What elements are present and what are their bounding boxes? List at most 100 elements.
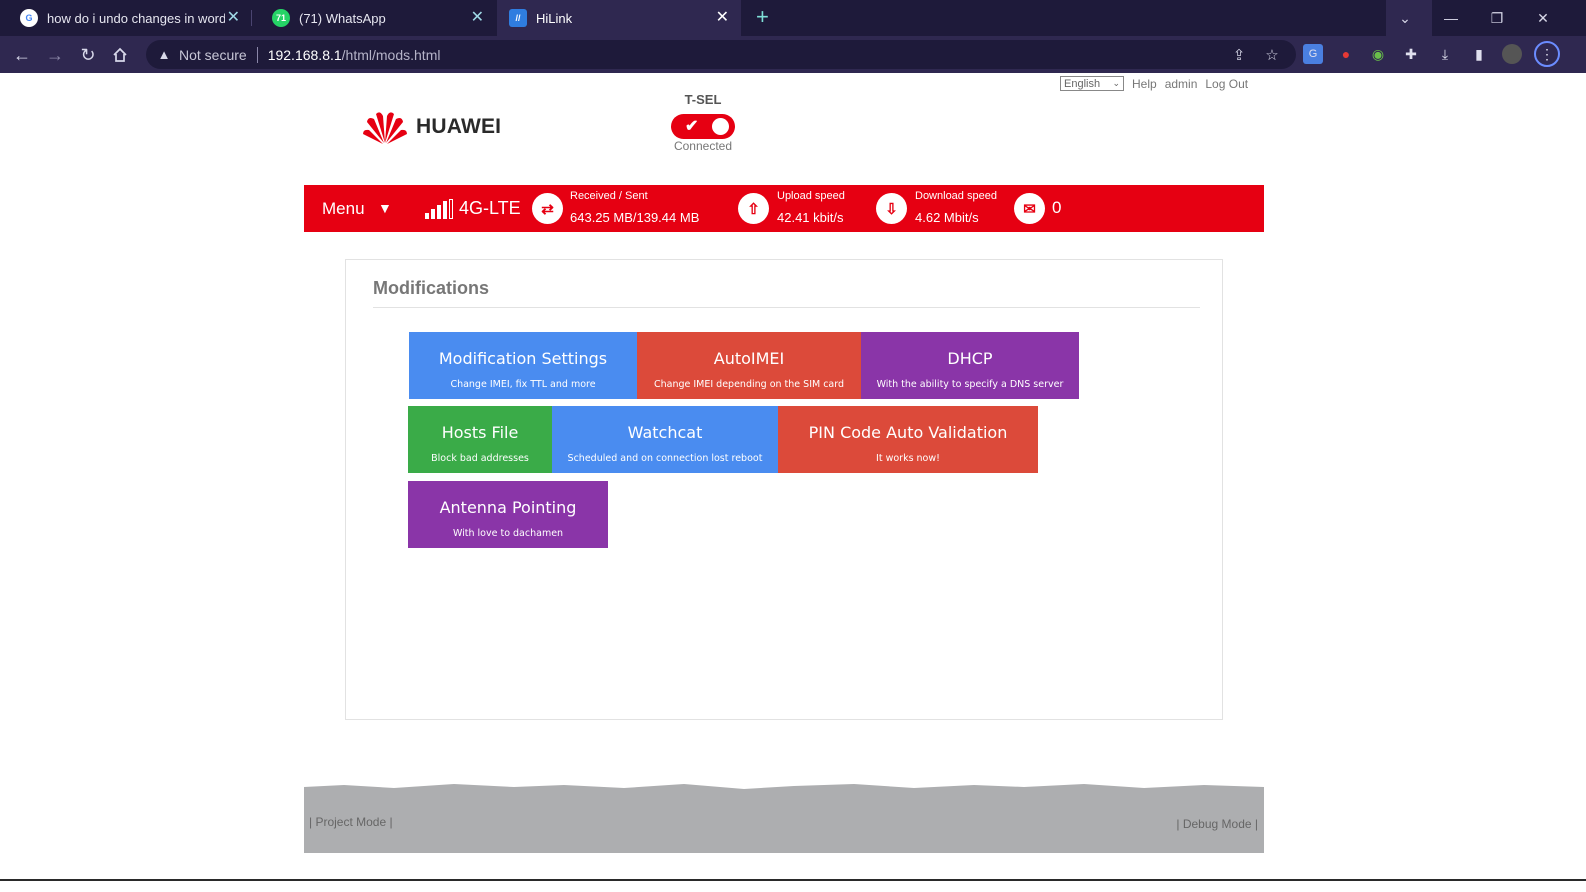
- tile-hosts-file[interactable]: Hosts File Block bad addresses: [408, 406, 552, 473]
- huawei-flower-icon: [363, 112, 407, 144]
- user-link[interactable]: admin: [1165, 77, 1198, 91]
- browser-toolbar: ← → ↻ ▲ Not secure 192.168.8.1 /html/mod…: [0, 36, 1586, 73]
- connection-toggle[interactable]: ✔: [671, 114, 735, 139]
- title-divider: [373, 307, 1200, 308]
- tab-title: HiLink: [536, 10, 573, 26]
- hilink-icon: //: [509, 9, 527, 27]
- operator-name: T-SEL: [684, 92, 722, 107]
- bookmark-star-icon[interactable]: ☆: [1263, 46, 1281, 64]
- tile-subtitle: With the ability to specify a DNS server: [876, 379, 1064, 390]
- tab-hilink[interactable]: // HiLink ✕: [497, 0, 741, 36]
- browser-tab-strip: G how do i undo changes in word a ✕ 71 (…: [0, 0, 1586, 36]
- upload-icon: ⇧: [738, 193, 769, 224]
- project-mode-link[interactable]: | Project Mode |: [309, 815, 393, 829]
- tile-antenna-pointing[interactable]: Antenna Pointing With love to dachamen: [408, 481, 608, 548]
- debug-mode-label: Debug Mode: [1182, 817, 1252, 831]
- download-icon: ⇩: [876, 193, 907, 224]
- language-value: English: [1064, 77, 1101, 90]
- received-sent-value: 643.25 MB/139.44 MB: [570, 210, 700, 225]
- tile-title: Antenna Pointing: [439, 498, 577, 517]
- tile-dhcp[interactable]: DHCP With the ability to specify a DNS s…: [861, 332, 1079, 399]
- tile-modification-settings[interactable]: Modification Settings Change IMEI, fix T…: [409, 332, 637, 399]
- profile-avatar[interactable]: [1502, 44, 1522, 64]
- tile-subtitle: Scheduled and on connection lost reboot: [567, 453, 763, 464]
- side-panel-icon[interactable]: ▮: [1469, 44, 1489, 64]
- url-separator: [256, 46, 258, 63]
- download-speed-label: Download speed: [915, 190, 997, 202]
- network-type: 4G-LTE: [459, 198, 521, 218]
- close-icon[interactable]: ✕: [227, 8, 240, 28]
- extensions-puzzle-icon[interactable]: ✚: [1401, 44, 1421, 64]
- huawei-logo: HUAWEI: [362, 110, 501, 144]
- close-icon[interactable]: ✕: [471, 8, 484, 28]
- check-icon: ✔: [685, 118, 699, 135]
- download-speed-value: 4.62 Mbit/s: [915, 210, 979, 225]
- page-title: Modifications: [373, 278, 489, 298]
- whatsapp-icon: 71: [272, 9, 290, 27]
- address-bar[interactable]: ▲ Not secure 192.168.8.1 /html/mods.html…: [146, 40, 1296, 69]
- footer-torn-background: [304, 784, 1264, 853]
- tile-subtitle: Change IMEI, fix TTL and more: [450, 379, 596, 390]
- close-window-icon[interactable]: ✕: [1520, 0, 1566, 36]
- warning-icon[interactable]: ▲: [157, 47, 171, 62]
- chevron-down-icon[interactable]: ⌄: [1382, 0, 1428, 36]
- menu-arrow-icon[interactable]: ▼: [378, 200, 392, 216]
- security-label[interactable]: Not secure: [179, 47, 247, 63]
- tile-subtitle: Block bad addresses: [431, 453, 529, 464]
- menu-button[interactable]: Menu: [322, 199, 365, 219]
- tile-title: AutoIMEI: [713, 349, 785, 368]
- upload-speed-value: 42.41 kbit/s: [777, 210, 844, 225]
- tile-title: DHCP: [947, 349, 993, 368]
- chevron-down-icon: ⌄: [1112, 78, 1120, 88]
- tile-autoimei[interactable]: AutoIMEI Change IMEI depending on the SI…: [637, 332, 861, 399]
- download-icon[interactable]: ⤓: [1435, 44, 1455, 64]
- footer: | Project Mode | | Debug Mode |: [304, 783, 1264, 853]
- window-bottom-border: [0, 879, 1586, 881]
- connection-status: Connected: [673, 139, 733, 153]
- mail-icon[interactable]: ✉: [1014, 193, 1045, 224]
- status-bar: Menu ▼ 4G-LTE ⇄ Received / Sent 643.25 M…: [304, 185, 1264, 232]
- home-icon[interactable]: [107, 42, 133, 68]
- url-path[interactable]: /html/mods.html: [342, 47, 441, 63]
- adblock-extension-icon[interactable]: ●: [1336, 44, 1356, 64]
- reload-icon[interactable]: ↻: [75, 42, 101, 68]
- tab-whatsapp[interactable]: 71 (71) WhatsApp ✕: [252, 0, 496, 36]
- tile-subtitle: Change IMEI depending on the SIM card: [653, 379, 845, 390]
- more-menu-icon[interactable]: ⋮: [1534, 41, 1560, 67]
- back-icon[interactable]: ←: [9, 42, 35, 68]
- tile-watchcat[interactable]: Watchcat Scheduled and on connection los…: [552, 406, 778, 473]
- message-count[interactable]: 0: [1052, 198, 1061, 218]
- extension-globe-icon[interactable]: ◉: [1368, 44, 1388, 64]
- tile-pin-code-auto-validation[interactable]: PIN Code Auto Validation It works now!: [778, 406, 1038, 473]
- minimize-icon[interactable]: —: [1428, 0, 1474, 36]
- share-icon[interactable]: ⇪: [1230, 46, 1248, 64]
- project-mode-label: Project Mode: [315, 815, 387, 829]
- translate-extension-icon[interactable]: G: [1303, 44, 1323, 64]
- url-host[interactable]: 192.168.8.1: [268, 47, 342, 63]
- tile-subtitle: It works now!: [876, 453, 940, 464]
- tile-title: Watchcat: [627, 423, 703, 442]
- debug-mode-link[interactable]: | Debug Mode |: [1176, 817, 1258, 831]
- tile-title: Hosts File: [441, 423, 519, 442]
- google-icon: G: [20, 9, 38, 27]
- forward-icon[interactable]: →: [42, 42, 68, 68]
- tab-title: how do i undo changes in word a: [47, 10, 225, 26]
- signal-strength-icon: [425, 199, 453, 219]
- tab-google[interactable]: G how do i undo changes in word a ✕: [0, 0, 252, 36]
- new-tab-icon[interactable]: +: [756, 6, 769, 28]
- upload-speed-label: Upload speed: [777, 190, 845, 202]
- restore-icon[interactable]: ❐: [1474, 0, 1520, 36]
- tile-title: Modification Settings: [438, 349, 608, 368]
- tile-title: PIN Code Auto Validation: [808, 423, 1008, 442]
- tile-subtitle: With love to dachamen: [452, 528, 564, 539]
- transfer-icon: ⇄: [532, 193, 563, 224]
- toggle-knob: [712, 118, 729, 135]
- help-link[interactable]: Help: [1132, 77, 1157, 91]
- received-sent-label: Received / Sent: [570, 190, 648, 202]
- tab-title: (71) WhatsApp: [299, 10, 386, 26]
- close-icon[interactable]: ✕: [716, 8, 729, 28]
- top-links: English ⌄ Help admin Log Out: [1060, 76, 1248, 91]
- language-select[interactable]: English ⌄: [1060, 76, 1124, 91]
- brand-name: HUAWEI: [416, 115, 502, 138]
- logout-link[interactable]: Log Out: [1205, 77, 1248, 91]
